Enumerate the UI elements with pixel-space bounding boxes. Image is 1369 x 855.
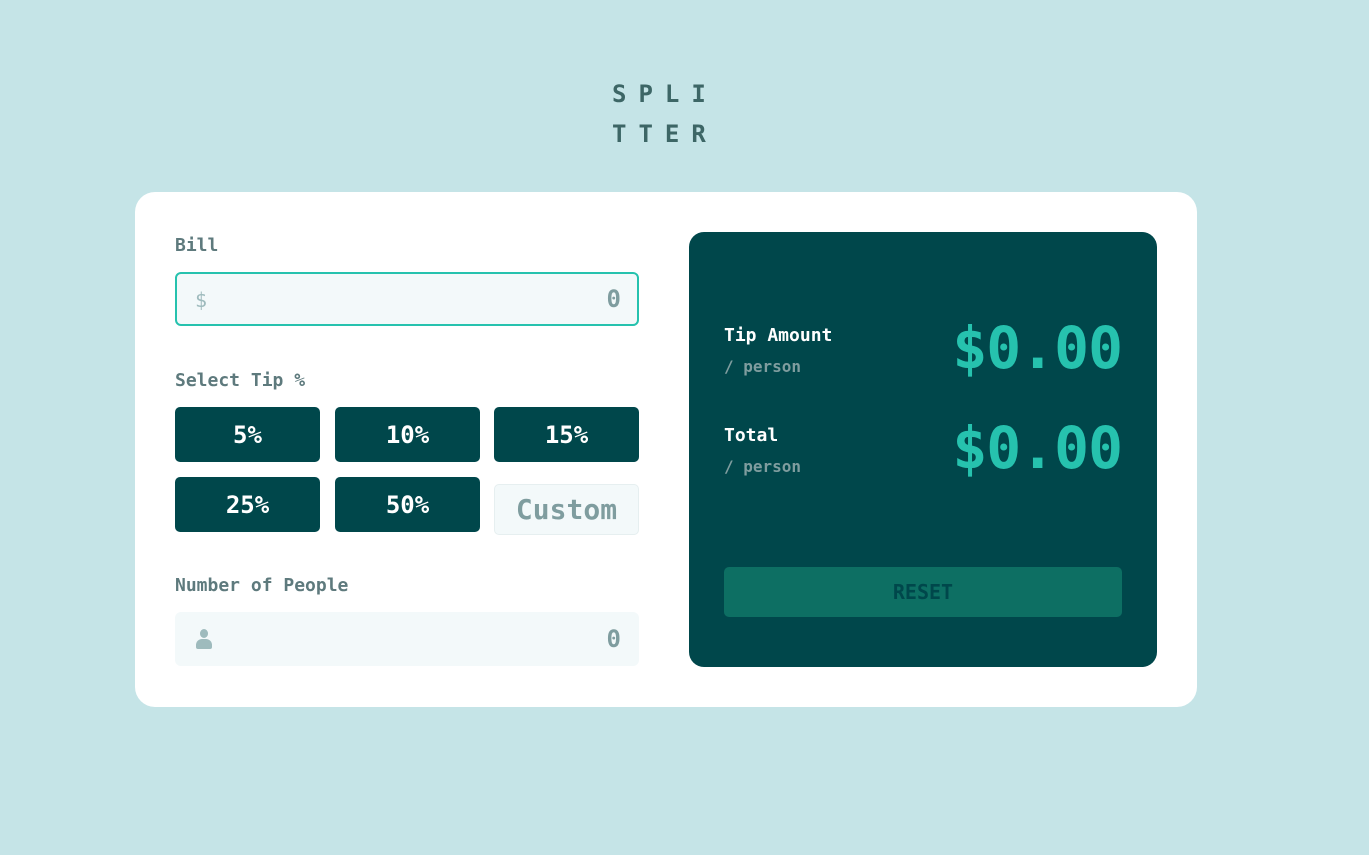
tip-amount-title: Tip Amount xyxy=(724,325,833,346)
bill-value: 0 xyxy=(606,285,621,313)
select-tip-label: Select Tip % xyxy=(175,370,306,391)
total-value: $0.00 xyxy=(952,414,1123,482)
tip-button-10[interactable]: 10% xyxy=(335,407,480,462)
tip-button-50[interactable]: 50% xyxy=(335,477,480,532)
results-panel: Tip Amount / person $0.00 Total / person… xyxy=(689,232,1157,667)
total-sub: / person xyxy=(724,457,802,476)
tip-amount-sub: / person xyxy=(724,357,802,376)
people-input[interactable]: 0 xyxy=(175,612,639,666)
tip-amount-value: $0.00 xyxy=(952,314,1123,382)
logo-line-2: TTER xyxy=(612,120,718,148)
custom-tip-input[interactable]: Custom xyxy=(494,484,639,535)
person-icon xyxy=(196,629,212,651)
app-logo: SPLI TTER xyxy=(612,74,732,154)
people-label: Number of People xyxy=(175,575,349,596)
tip-button-15[interactable]: 15% xyxy=(494,407,639,462)
logo-line-1: SPLI xyxy=(612,80,718,108)
bill-input[interactable]: $ 0 xyxy=(175,272,639,326)
tip-button-25[interactable]: 25% xyxy=(175,477,320,532)
calculator-card: Bill $ 0 Select Tip % 5% 10% 15% 25% 50%… xyxy=(135,192,1197,707)
reset-button[interactable]: RESET xyxy=(724,567,1122,617)
total-title: Total xyxy=(724,425,779,446)
dollar-icon: $ xyxy=(195,288,208,312)
tip-button-5[interactable]: 5% xyxy=(175,407,320,462)
bill-label: Bill xyxy=(175,235,219,256)
people-value: 0 xyxy=(606,625,621,653)
